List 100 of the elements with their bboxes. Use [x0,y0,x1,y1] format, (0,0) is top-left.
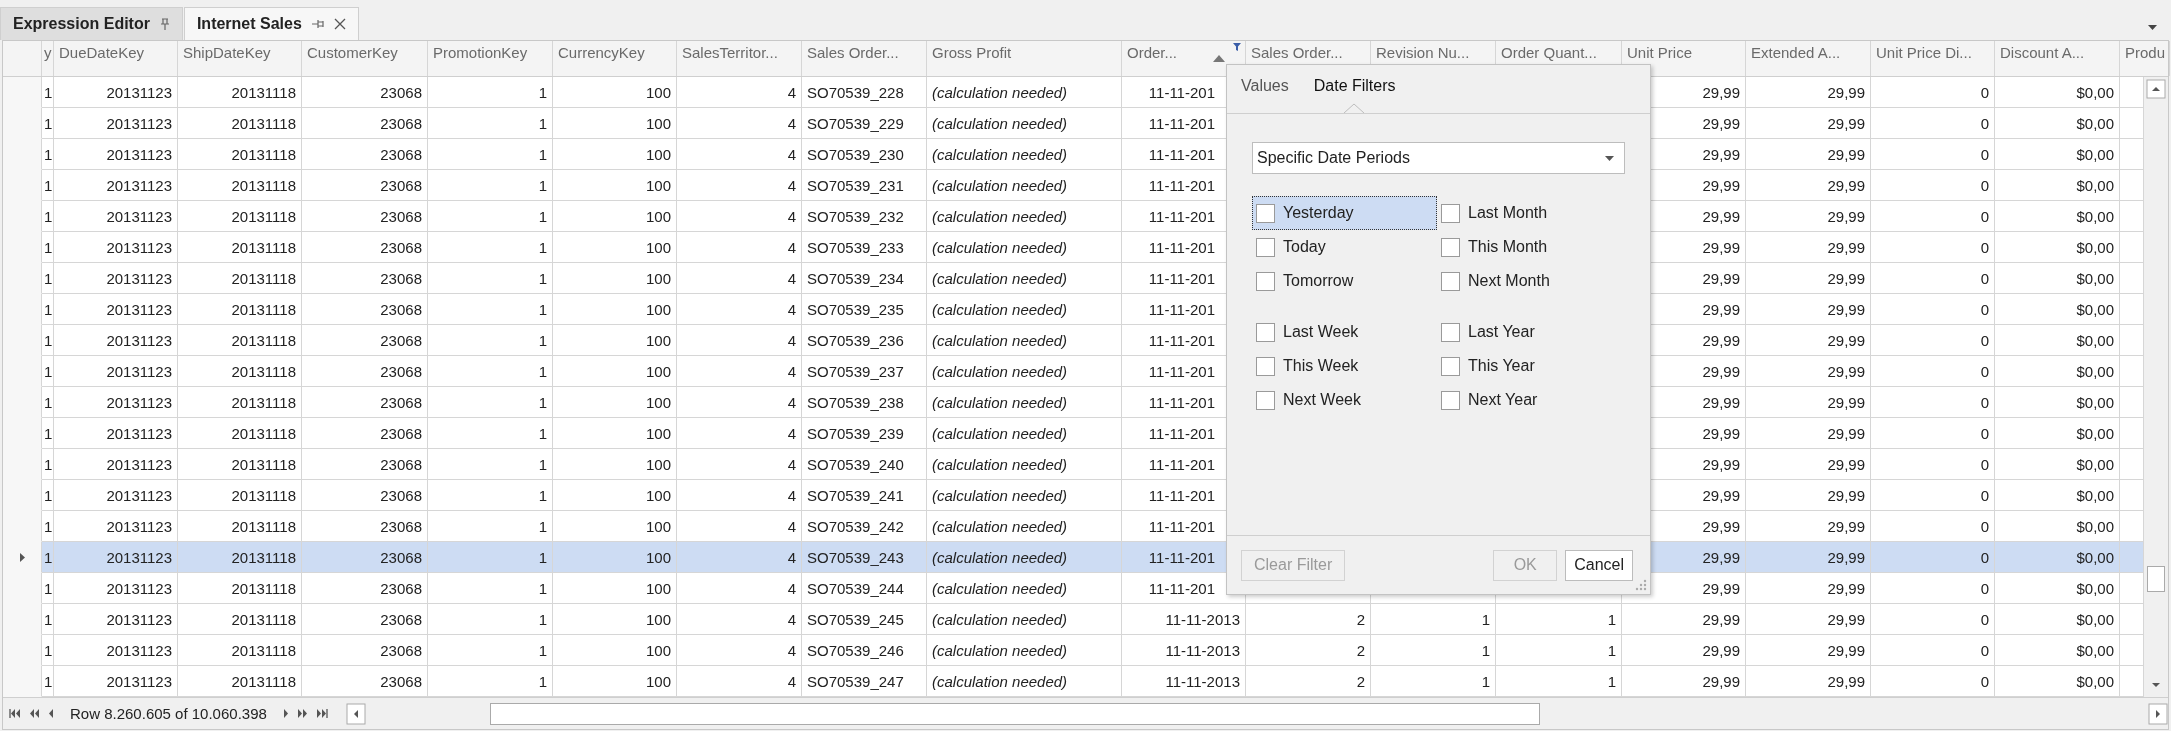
table-cell: 20131118 [178,480,302,511]
table-cell: 29,99 [1622,635,1746,666]
table-cell: 29,99 [1746,573,1871,604]
table-cell: 20131118 [178,387,302,418]
pin-icon[interactable] [159,18,170,30]
period-checkbox[interactable]: This Week [1252,349,1437,383]
table-cell: (calculation needed) [927,108,1122,139]
period-checkbox[interactable]: Next Month [1437,264,1622,298]
table-cell: $0,00 [1995,635,2120,666]
table-cell: 20131118 [178,201,302,232]
period-type-dropdown[interactable]: Specific Date Periods [1252,142,1625,174]
table-cell: $0,00 [1995,232,2120,263]
period-checkbox[interactable]: Last Month [1437,196,1622,230]
table-cell: 20131123 [54,418,178,449]
table-cell: SO70539_235 [802,294,927,325]
table-cell: SO70539_231 [802,170,927,201]
column-header[interactable]: ShipDateKey [178,41,302,76]
horizontal-scrollbar[interactable] [345,701,2168,726]
table-cell [2120,542,2144,573]
column-header[interactable]: Sales Order... [802,41,927,76]
period-checkbox[interactable]: Next Year [1437,383,1622,417]
table-cell: 20131118 [178,356,302,387]
resize-grip-icon[interactable] [1635,579,1647,591]
period-checkbox[interactable]: Today [1252,230,1437,264]
table-cell: 100 [553,77,677,108]
table-cell: 1 [428,325,553,356]
table-cell: 1 [42,170,54,201]
table-cell: 1 [42,294,54,325]
table-cell: 1 [42,604,54,635]
caret-icon[interactable] [2148,25,2157,30]
period-checkbox[interactable]: Last Year [1437,315,1622,349]
period-checkbox[interactable]: Tomorrow [1252,264,1437,298]
previous-row-icon[interactable] [48,709,54,718]
period-checkbox[interactable]: Yesterday [1252,196,1437,230]
table-cell: 0 [1871,232,1995,263]
table-cell: 100 [553,325,677,356]
table-cell: 1 [42,232,54,263]
period-checkbox[interactable]: This Month [1437,230,1622,264]
column-header[interactable]: y [42,41,54,76]
tab-pointer-icon [1343,103,1364,113]
row-header[interactable] [3,77,42,108]
row-counter: Row 8.260.605 of 10.060.398 [70,705,267,722]
table-cell: SO70539_229 [802,108,927,139]
table-cell: 1 [42,263,54,294]
table-cell: 1 [428,635,553,666]
filter-icon[interactable] [1233,43,1241,51]
previous-page-icon[interactable] [29,709,40,718]
document-tab[interactable]: Internet Sales [183,7,359,40]
table-cell: SO70539_246 [802,635,927,666]
column-header[interactable]: DueDateKey [54,41,178,76]
table-cell: 29,99 [1746,325,1871,356]
table-cell: 4 [677,542,802,573]
period-checkbox[interactable]: Last Week [1252,315,1437,349]
table-cell: 20131123 [54,232,178,263]
document-tab[interactable]: Expression Editor [0,7,183,40]
vertical-scrollbar[interactable] [2144,77,2168,697]
pin-icon[interactable] [311,19,324,29]
next-row-icon[interactable] [282,709,289,718]
table-cell: $0,00 [1995,573,2120,604]
table-cell: 29,99 [1622,604,1746,635]
table-cell: 23068 [302,604,428,635]
table-cell: SO70539_237 [802,356,927,387]
column-header[interactable]: Gross Profit [927,41,1122,76]
table-cell: 20131123 [54,635,178,666]
period-checkbox[interactable]: Next Week [1252,383,1437,417]
column-header[interactable]: Produ [2120,41,2170,76]
table-cell: 1 [42,635,54,666]
table-cell: 1 [42,108,54,139]
row-header[interactable] [3,666,42,697]
column-header[interactable]: CustomerKey [302,41,428,76]
next-page-icon[interactable] [296,709,308,718]
column-header[interactable]: Extended A... [1746,41,1871,76]
table-cell: 20131118 [178,604,302,635]
column-header[interactable]: Discount A... [1995,41,2120,76]
first-page-icon[interactable] [9,709,21,718]
scroll-up-icon[interactable] [2144,77,2168,101]
table-cell: 100 [553,604,677,635]
scroll-right-icon[interactable] [2148,702,2168,725]
column-header[interactable]: CurrencyKey [553,41,677,76]
table-cell: 0 [1871,573,1995,604]
close-icon[interactable] [333,18,346,30]
scroll-left-icon[interactable] [345,702,366,725]
table-cell: 1 [428,294,553,325]
dialog-button[interactable]: Cancel [1565,549,1633,581]
table-cell: 20131118 [178,325,302,356]
table-cell: 1 [428,387,553,418]
table-cell: 29,99 [1746,449,1871,480]
last-page-icon[interactable] [315,709,328,718]
table-cell: SO70539_236 [802,325,927,356]
column-header[interactable]: Unit Price Di... [1871,41,1995,76]
table-cell: 100 [553,108,677,139]
table-cell: 100 [553,201,677,232]
column-header[interactable]: SalesTerritor... [677,41,802,76]
period-checkbox[interactable]: This Year [1437,349,1622,383]
table-cell: $0,00 [1995,480,2120,511]
table-cell: (calculation needed) [927,325,1122,356]
table-cell: 20131118 [178,139,302,170]
column-header[interactable]: PromotionKey [428,41,553,76]
scroll-thumb[interactable] [489,702,1540,725]
scroll-thumb[interactable] [2147,566,2165,592]
